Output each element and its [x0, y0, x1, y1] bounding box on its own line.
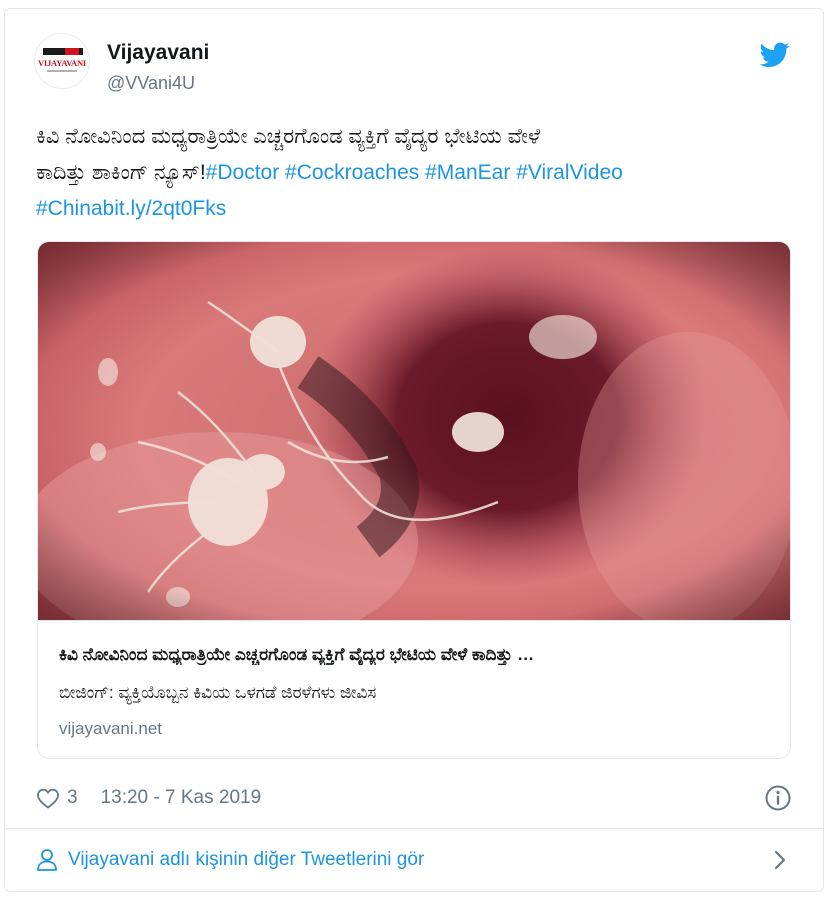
tweet-text-line1: ಕಿವಿ ನೋವಿನಿಂದ ಮಧ್ಯರಾತ್ರಿಯೇ ಎಚ್ಚರಗೊಂಡ ವ್ಯ… — [36, 125, 541, 148]
logo-underline — [47, 70, 77, 72]
link-domain: vijayavani.net — [59, 719, 163, 738]
account-handle[interactable]: @VVani4U — [107, 72, 195, 94]
account-name[interactable]: Vijayavani — [107, 40, 209, 66]
link-preview-image[interactable] — [38, 242, 790, 620]
info-icon[interactable] — [764, 784, 792, 812]
tweet-meta: 3 13:20 - 7 Kas 2019 — [36, 784, 261, 812]
hashtag-viralvideo[interactable]: #ViralVideo — [516, 161, 623, 184]
logo-red-block — [65, 48, 79, 55]
ear-canal-photo — [38, 242, 790, 620]
heart-icon[interactable] — [36, 787, 60, 809]
tweet-text: ಕಿವಿ ನೋವಿನಿಂದ ಮಧ್ಯರಾತ್ರಿಯೇ ಎಚ್ಚರಗೊಂಡ ವ್ಯ… — [36, 119, 796, 227]
more-tweets-link[interactable]: Vijayavani adlı kişinin diğer Tweetlerin… — [36, 844, 792, 876]
chevron-right-icon[interactable] — [772, 848, 788, 872]
more-tweets-label[interactable]: Vijayavani adlı kişinin diğer Tweetlerin… — [68, 849, 424, 871]
link-preview-body[interactable]: ಕಿವಿ ನೋವಿನಿಂದ ಮಧ್ಯರಾತ್ರಿಯೇ ಎಚ್ಚರಗೊಂಡ ವ್ಯ… — [38, 620, 790, 758]
avatar[interactable]: VIJAYAVANI — [34, 33, 90, 89]
hashtag-link[interactable]: #Chinabit.ly/2qt0Fks — [36, 197, 226, 220]
link-preview-card[interactable]: ಕಿವಿ ನೋವಿನಿಂದ ಮಧ್ಯರಾತ್ರಿಯೇ ಎಚ್ಚರಗೊಂಡ ವ್ಯ… — [37, 241, 791, 759]
tweet-text-line2: ಕಾದಿತ್ತು ಶಾಕಿಂಗ್ ನ್ಯೂಸ್! — [36, 161, 206, 184]
divider — [4, 828, 824, 829]
twitter-bird-icon[interactable] — [760, 42, 790, 68]
like-count[interactable]: 3 — [67, 787, 78, 809]
tweet-timestamp[interactable]: 13:20 - 7 Kas 2019 — [101, 787, 262, 809]
link-description: ಬೀಜಿಂಗ್: ವ್ಯಕ್ತಿಯೊಬ್ಬನ ಕಿವಿಯ ಒಳಗಡೆ ಜಿರಳೆ… — [59, 683, 377, 702]
hashtag-doctor[interactable]: #Doctor — [206, 161, 280, 184]
hashtag-manear[interactable]: #ManEar — [425, 161, 510, 184]
person-icon — [37, 849, 57, 871]
avatar-logo-text: VIJAYAVANI — [37, 58, 87, 68]
link-title[interactable]: ಕಿವಿ ನೋವಿನಿಂದ ಮಧ್ಯರಾತ್ರಿಯೇ ಎಚ್ಚರಗೊಂಡ ವ್ಯ… — [59, 645, 771, 665]
hashtag-cockroaches[interactable]: #Cockroaches — [285, 161, 419, 184]
